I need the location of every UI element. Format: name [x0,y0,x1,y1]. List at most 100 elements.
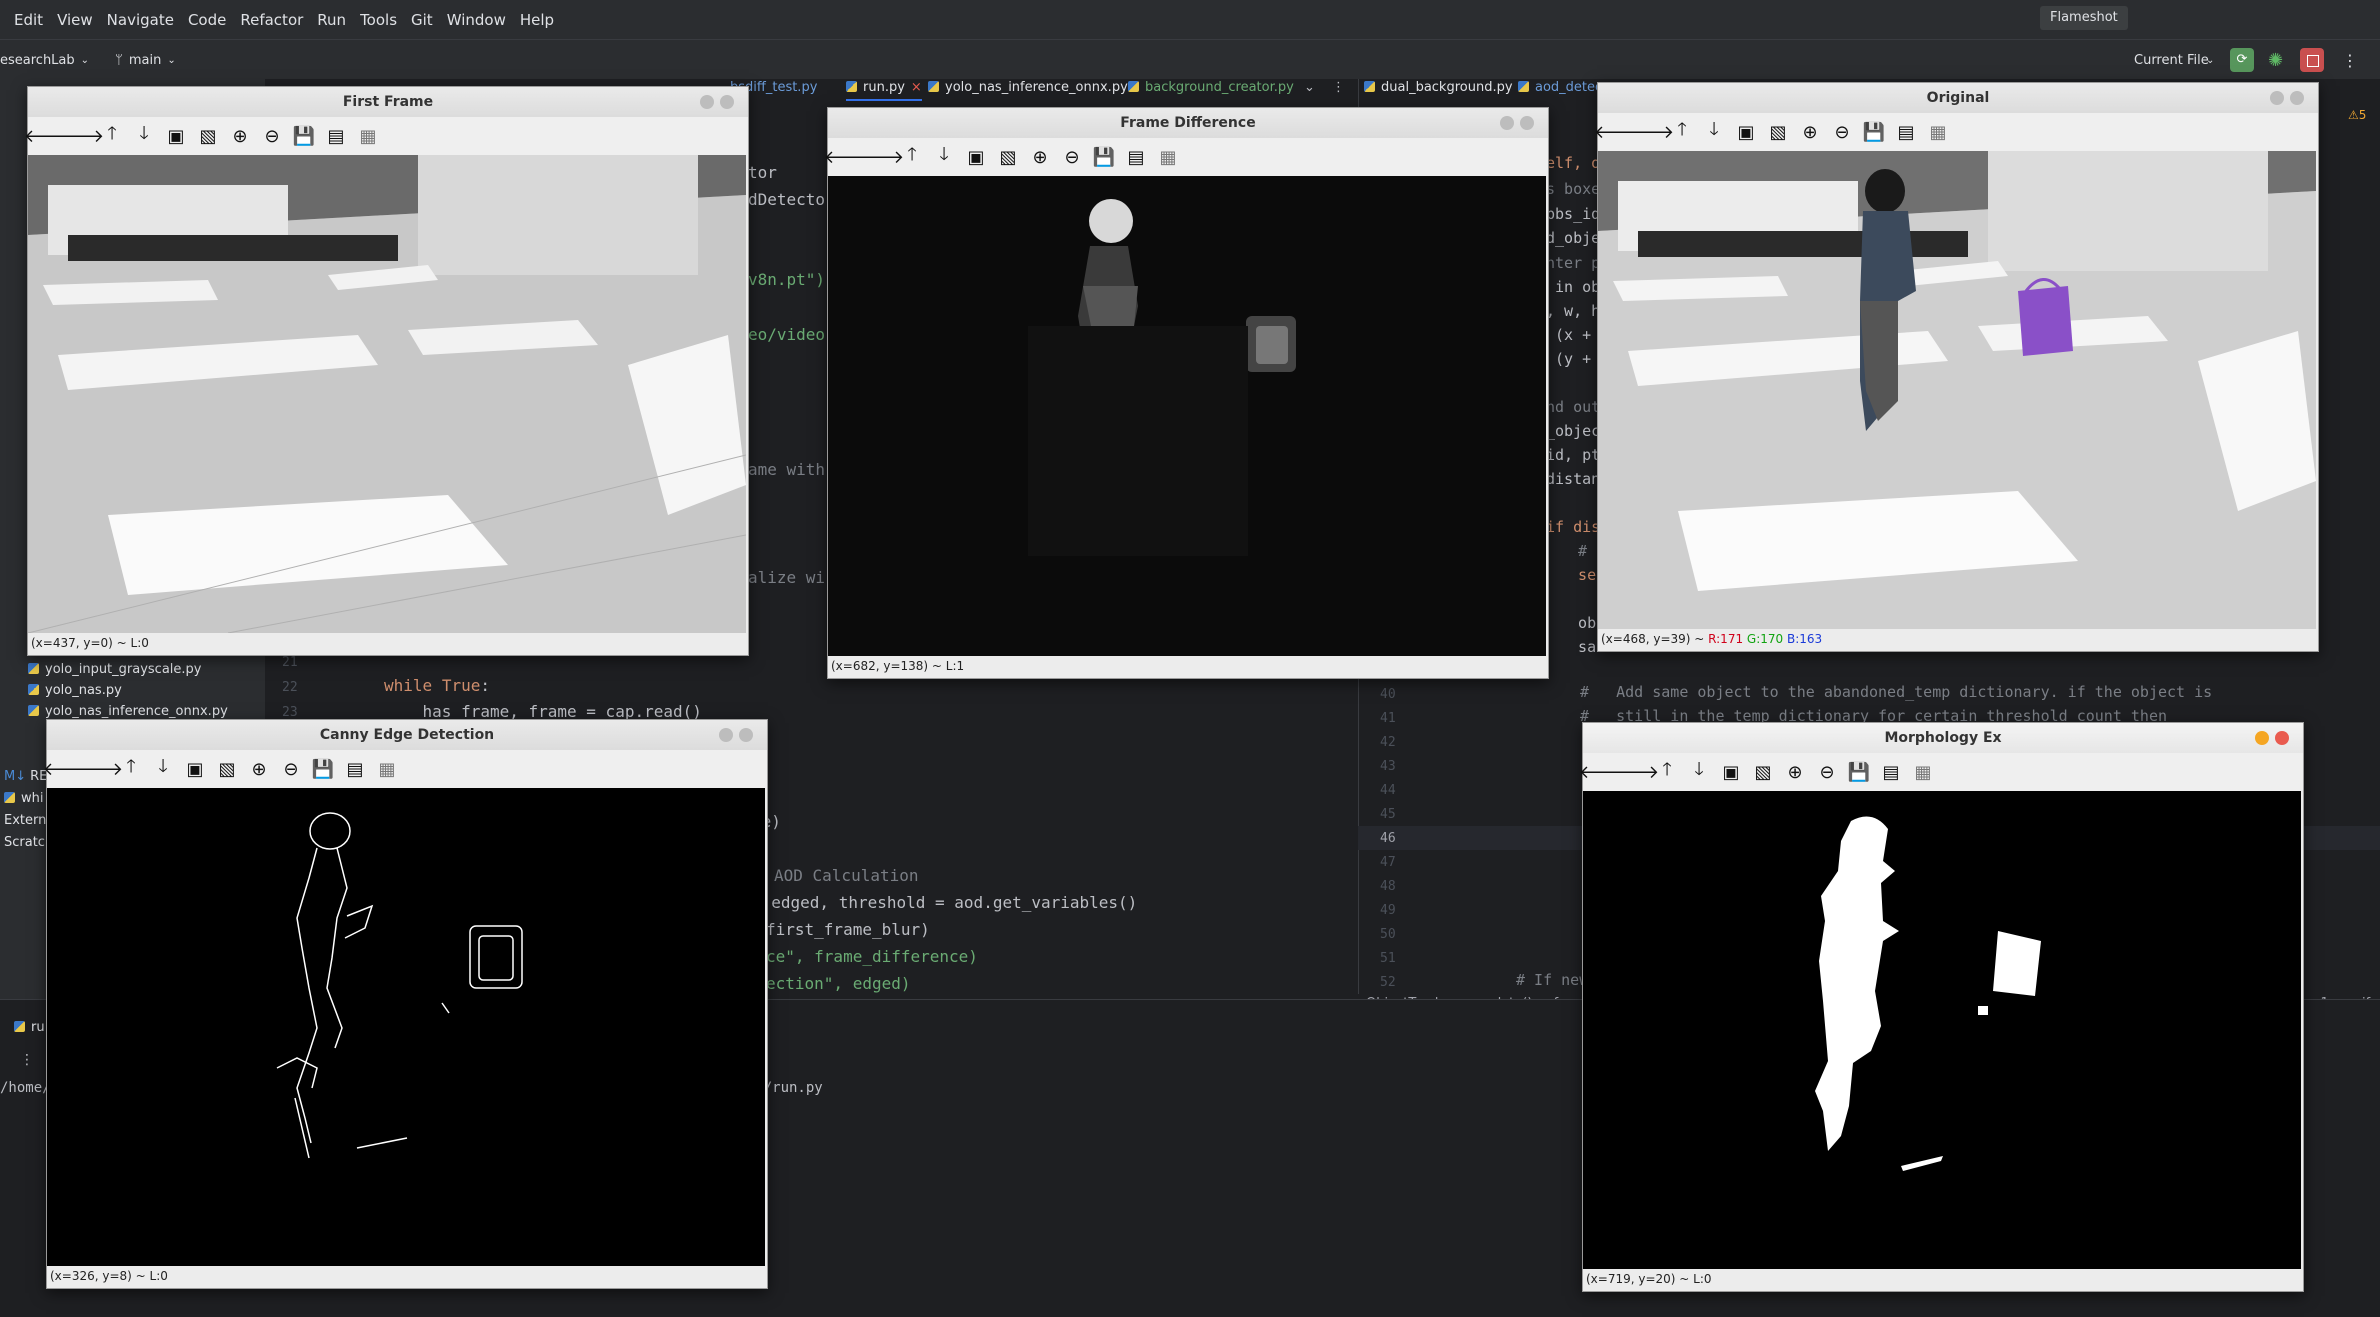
close-button[interactable] [2275,731,2289,745]
settings-icon[interactable]: ▦ [1924,118,1952,146]
tab-yolo-nas-inference-onnx[interactable]: yolo_nas_inference_onnx.py [928,80,1128,95]
morphology-image[interactable] [1583,791,2301,1269]
more-icon[interactable]: ⋮ [20,1052,34,1068]
run-icon[interactable]: ⟳ [2230,48,2254,72]
menu-navigate[interactable]: Navigate [107,11,174,29]
close-icon[interactable]: × [911,80,922,95]
window-title-bar[interactable]: Canny Edge Detection [47,720,767,750]
first-frame-image[interactable] [28,155,746,633]
pan-down-icon[interactable]: 🡓 [149,755,177,783]
minimize-button[interactable] [1500,116,1514,130]
original-window[interactable]: Original 🡐 🡒 🡑 🡓 ▣ ▧ ⊕ ⊖ 💾 ▤ ▦ (x=468, y… [1594,82,2319,652]
tabs-dropdown-icon[interactable]: ⌄ [1304,80,1315,95]
run-config-select[interactable]: Current File [2134,53,2209,68]
window-title-bar[interactable]: Original [1598,83,2318,113]
minimize-button[interactable] [2255,731,2269,745]
zoom-in-icon[interactable]: ⊕ [226,122,254,150]
menu-edit[interactable]: Edit [14,11,43,29]
menu-view[interactable]: View [57,11,93,29]
zoom-original-icon[interactable]: ▧ [194,122,222,150]
pan-up-icon[interactable]: 🡑 [1668,118,1696,146]
properties-icon[interactable]: ▤ [1122,143,1150,171]
tab-background-creator[interactable]: background_creator.py [1128,80,1294,95]
first-frame-window[interactable]: First Frame 🡐 🡒 🡑 🡓 ▣ ▧ ⊕ ⊖ 💾 ▤ ▦ (x=437… [24,86,749,656]
save-icon[interactable]: 💾 [1860,118,1888,146]
tab-run[interactable]: run.py × [846,80,922,101]
window-title-bar[interactable]: Frame Difference [828,108,1548,138]
save-icon[interactable]: 💾 [1845,758,1873,786]
frame-difference-image[interactable] [828,176,1546,656]
canny-edge-window[interactable]: Canny Edge Detection 🡐 🡒 🡑 🡓 ▣ ▧ ⊕ ⊖ 💾 ▤… [43,719,768,1289]
zoom-fit-icon[interactable]: ▣ [1717,758,1745,786]
minimize-button[interactable] [700,95,714,109]
debug-icon[interactable]: ✺ [2268,50,2283,71]
project-name[interactable]: esearchLab [0,53,75,68]
close-button[interactable] [739,728,753,742]
menu-refactor[interactable]: Refactor [240,11,303,29]
menu-git[interactable]: Git [411,11,433,29]
stop-icon[interactable] [2300,48,2324,72]
zoom-in-icon[interactable]: ⊕ [1026,143,1054,171]
scratches[interactable]: Scratc [4,835,45,850]
external-libraries[interactable]: Extern [4,813,46,828]
zoom-out-icon[interactable]: ⊖ [1813,758,1841,786]
tab-dual-background[interactable]: dual_background.py [1364,80,1513,95]
project-file[interactable]: whi [4,791,43,806]
pan-up-icon[interactable]: 🡑 [1653,758,1681,786]
settings-icon[interactable]: ▦ [1154,143,1182,171]
minimize-button[interactable] [719,728,733,742]
pan-down-icon[interactable]: 🡓 [130,122,158,150]
pan-up-icon[interactable]: 🡑 [98,122,126,150]
zoom-original-icon[interactable]: ▧ [213,755,241,783]
zoom-in-icon[interactable]: ⊕ [1796,118,1824,146]
zoom-in-icon[interactable]: ⊕ [1781,758,1809,786]
zoom-fit-icon[interactable]: ▣ [1732,118,1760,146]
close-button[interactable] [1520,116,1534,130]
pan-down-icon[interactable]: 🡓 [1700,118,1728,146]
zoom-out-icon[interactable]: ⊖ [258,122,286,150]
menu-run[interactable]: Run [317,11,346,29]
properties-icon[interactable]: ▤ [322,122,350,150]
more-icon[interactable]: ⋮ [2342,51,2358,70]
window-title-bar[interactable]: First Frame [28,87,748,117]
tab-aod-detector[interactable]: aod_detec [1518,80,1602,95]
frame-difference-window[interactable]: Frame Difference 🡐 🡒 🡑 🡓 ▣ ▧ ⊕ ⊖ 💾 ▤ ▦ (… [824,107,1549,679]
tabs-more-icon[interactable]: ⋮ [1332,80,1345,95]
zoom-original-icon[interactable]: ▧ [1764,118,1792,146]
warning-count[interactable]: ⚠5 [2348,108,2366,122]
zoom-fit-icon[interactable]: ▣ [962,143,990,171]
zoom-fit-icon[interactable]: ▣ [181,755,209,783]
original-image[interactable] [1598,151,2316,629]
save-icon[interactable]: 💾 [309,755,337,783]
settings-icon[interactable]: ▦ [1909,758,1937,786]
project-file[interactable]: yolo_nas.py [28,683,122,698]
menu-tools[interactable]: Tools [360,11,397,29]
close-button[interactable] [2290,91,2304,105]
window-title-bar[interactable]: Morphology Ex [1583,723,2303,753]
branch-name[interactable]: main [129,53,161,68]
pan-down-icon[interactable]: 🡓 [930,143,958,171]
zoom-original-icon[interactable]: ▧ [1749,758,1777,786]
pan-right-icon[interactable]: 🡒 [56,122,104,150]
zoom-in-icon[interactable]: ⊕ [245,755,273,783]
settings-icon[interactable]: ▦ [373,755,401,783]
settings-icon[interactable]: ▦ [354,122,382,150]
pan-up-icon[interactable]: 🡑 [898,143,926,171]
zoom-fit-icon[interactable]: ▣ [162,122,190,150]
pan-down-icon[interactable]: 🡓 [1685,758,1713,786]
zoom-original-icon[interactable]: ▧ [994,143,1022,171]
properties-icon[interactable]: ▤ [1877,758,1905,786]
terminal-tab[interactable]: ru [14,1020,45,1035]
pan-up-icon[interactable]: 🡑 [117,755,145,783]
project-file[interactable]: yolo_input_grayscale.py [28,662,201,677]
zoom-out-icon[interactable]: ⊖ [1828,118,1856,146]
canny-edge-image[interactable] [47,788,765,1266]
properties-icon[interactable]: ▤ [1892,118,1920,146]
minimize-button[interactable] [2270,91,2284,105]
close-button[interactable] [720,95,734,109]
project-file[interactable]: yolo_nas_inference_onnx.py [28,704,228,719]
pan-right-icon[interactable]: 🡒 [75,755,123,783]
pan-right-icon[interactable]: 🡒 [1611,758,1659,786]
menu-window[interactable]: Window [447,11,506,29]
menu-code[interactable]: Code [188,11,226,29]
